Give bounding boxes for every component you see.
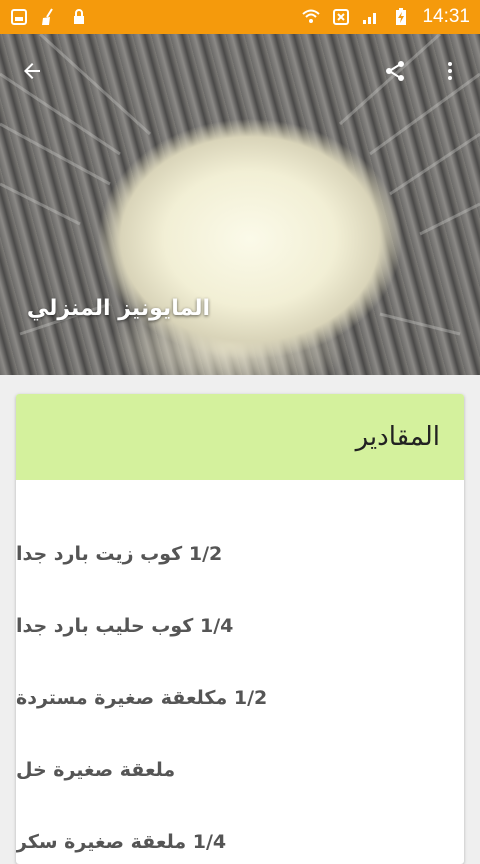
back-arrow-icon (24, 63, 40, 79)
recipe-title: المايونيز المنزلي (26, 296, 210, 321)
more-vert-icon (448, 62, 452, 80)
app-bar (0, 34, 480, 106)
status-left-icons (10, 8, 88, 26)
back-button[interactable] (12, 51, 52, 91)
hero-image: المايونيز المنزلي (0, 34, 480, 375)
list-item: 1/2 مكلعقة صغيرة مستردة (16, 687, 268, 709)
battery-charging-icon (392, 8, 410, 26)
status-time: 14:31 (422, 6, 470, 27)
list-item: 1/4 كوب حليب بارد جدا (16, 615, 234, 637)
list-item: 1/2 كوب زيت بارد جدا (16, 543, 223, 565)
signal-icon (362, 8, 380, 26)
clean-icon (40, 8, 58, 26)
ingredients-list: 1/2 كوب زيت بارد جدا 1/4 كوب حليب بارد ج… (16, 518, 464, 864)
list-item: 1/4 ملعقة صغيرة سكر (16, 831, 227, 853)
card-title: المقادير (355, 422, 440, 452)
share-icon (386, 61, 404, 81)
lock-icon (70, 8, 88, 26)
status-bar: 14:31 (0, 0, 480, 34)
status-right-icons: 14:31 (302, 6, 470, 28)
image-icon (10, 8, 28, 26)
data-icon (332, 8, 350, 26)
list-item: ملعقة صغيرة خل (16, 759, 176, 781)
card-header: المقادير (16, 394, 464, 480)
ingredients-card: المقادير 1/2 كوب زيت بارد جدا 1/4 كوب حل… (16, 394, 464, 864)
more-options-button[interactable] (430, 51, 470, 91)
share-button[interactable] (375, 51, 415, 91)
wifi-icon (302, 8, 321, 26)
